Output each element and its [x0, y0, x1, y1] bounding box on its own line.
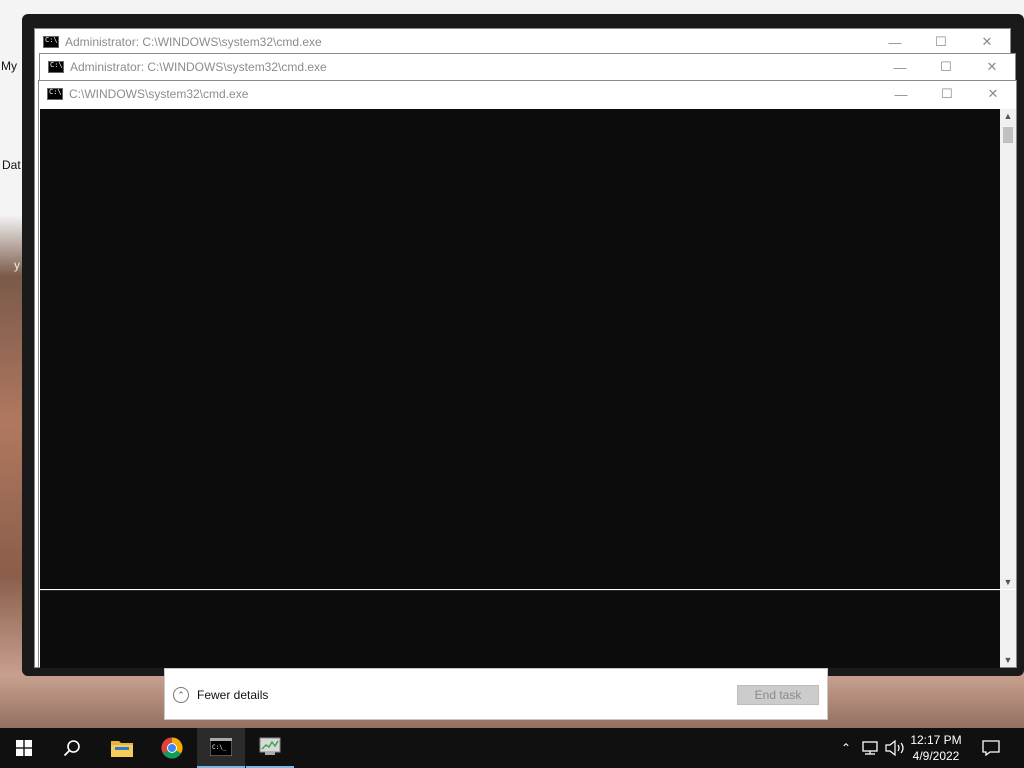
clock-date: 4/9/2022: [912, 749, 960, 763]
scrollbar-thumb[interactable]: [1003, 127, 1013, 143]
minimize-button[interactable]: —: [872, 29, 918, 55]
cmd-icon: [48, 61, 64, 73]
desktop-icon-label-y[interactable]: y: [14, 258, 20, 272]
task-manager-icon: [259, 737, 281, 755]
vertical-scrollbar[interactable]: ▲ ▼: [1000, 109, 1016, 589]
task-manager-footer: ⌃ Fewer details End task: [164, 668, 828, 720]
scroll-down-arrow-icon[interactable]: ▼: [1000, 577, 1016, 587]
system-tray: ⌃: [836, 728, 906, 768]
file-explorer-button[interactable]: [98, 728, 146, 768]
close-button[interactable]: ✕: [970, 81, 1016, 107]
maximize-button[interactable]: ☐: [924, 81, 970, 107]
close-button[interactable]: ✕: [969, 54, 1015, 80]
console-output-area[interactable]: [40, 109, 1000, 589]
titlebar[interactable]: C:\WINDOWS\system32\cmd.exe — ☐ ✕: [39, 81, 1016, 107]
scroll-up-arrow-icon[interactable]: ▲: [1000, 111, 1016, 121]
maximize-button[interactable]: ☐: [923, 54, 969, 80]
action-center-button[interactable]: [968, 728, 1014, 768]
taskbar: C:\_ ⌃ 12:17 PM 4/9/2022: [0, 728, 1024, 768]
console-lower-area[interactable]: [40, 590, 1000, 668]
file-explorer-icon: [111, 741, 133, 757]
network-icon[interactable]: [860, 740, 880, 756]
cmd-icon: C:\_: [210, 738, 232, 756]
vertical-scrollbar-lower[interactable]: ▼: [1000, 590, 1016, 667]
cmd-icon: [43, 36, 59, 48]
desktop-icon-label-my[interactable]: My: [1, 59, 17, 73]
windows-start-icon: [16, 740, 32, 756]
titlebar[interactable]: Administrator: C:\WINDOWS\system32\cmd.e…: [35, 29, 1010, 55]
cmd-icon: [47, 88, 63, 100]
search-icon: [63, 740, 80, 757]
maximize-button[interactable]: ☐: [918, 29, 964, 55]
scroll-down-arrow-icon[interactable]: ▼: [1000, 655, 1016, 665]
volume-icon[interactable]: [884, 740, 906, 756]
search-button[interactable]: [48, 728, 96, 768]
chrome-button[interactable]: [148, 728, 196, 768]
window-title: Administrator: C:\WINDOWS\system32\cmd.e…: [65, 35, 322, 49]
fewer-details-label: Fewer details: [197, 688, 269, 702]
clock-time: 12:17 PM: [910, 733, 962, 747]
start-button[interactable]: [0, 728, 48, 768]
system-clock[interactable]: 12:17 PM 4/9/2022: [904, 732, 968, 764]
titlebar[interactable]: Administrator: C:\WINDOWS\system32\cmd.e…: [40, 54, 1015, 80]
chevron-up-icon[interactable]: ⌃: [836, 741, 856, 755]
cmd-taskbar-button[interactable]: C:\_: [197, 728, 245, 768]
svg-text:C:\_: C:\_: [212, 744, 227, 751]
chrome-icon: [161, 737, 183, 759]
minimize-button[interactable]: —: [878, 81, 924, 107]
desktop-icon-label-dat[interactable]: Dat: [2, 158, 21, 172]
notification-icon: [982, 740, 1000, 756]
cmd-window-front[interactable]: C:\WINDOWS\system32\cmd.exe — ☐ ✕ ▲ ▼ ▼: [38, 80, 1017, 668]
fewer-details-button[interactable]: ⌃ Fewer details: [173, 687, 268, 703]
window-title: Administrator: C:\WINDOWS\system32\cmd.e…: [70, 60, 327, 74]
end-task-button[interactable]: End task: [737, 685, 819, 705]
minimize-button[interactable]: —: [877, 54, 923, 80]
chevron-up-icon: ⌃: [173, 687, 189, 703]
window-title: C:\WINDOWS\system32\cmd.exe: [69, 87, 249, 101]
close-button[interactable]: ✕: [964, 29, 1010, 55]
task-manager-taskbar-button[interactable]: [246, 728, 294, 768]
